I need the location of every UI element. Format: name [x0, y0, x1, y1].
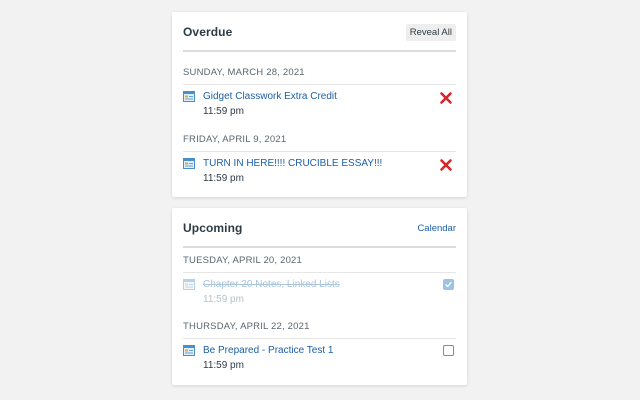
overdue-title: Overdue — [183, 25, 233, 39]
overdue-header: Overdue Reveal All — [183, 20, 456, 52]
upcoming-panel: Upcoming Calendar TUESDAY, APRIL 20, 202… — [172, 208, 467, 385]
date-heading: FRIDAY, APRIL 9, 2021 — [183, 134, 456, 152]
assignment-link[interactable]: Chapter 20 Notes, Linked Lists — [203, 279, 340, 290]
list-item: Be Prepared - Practice Test 1 11:59 pm — [183, 345, 456, 379]
complete-checkbox[interactable] — [443, 345, 454, 356]
list-item: Chapter 20 Notes, Linked Lists 11:59 pm — [183, 279, 456, 313]
assignment-icon — [183, 345, 195, 356]
reveal-all-button[interactable]: Reveal All — [405, 24, 456, 41]
assignment-icon — [183, 158, 195, 169]
assignment-icon — [183, 279, 195, 290]
due-time: 11:59 pm — [203, 360, 244, 371]
assignment-icon — [183, 91, 195, 102]
date-heading: SUNDAY, MARCH 28, 2021 — [183, 67, 456, 85]
assignment-link[interactable]: Be Prepared - Practice Test 1 — [203, 345, 333, 356]
list-item: TURN IN HERE!!!! CRUCIBLE ESSAY!!! 11:59… — [183, 158, 456, 192]
upcoming-title: Upcoming — [183, 221, 243, 235]
dismiss-x-icon[interactable] — [439, 91, 453, 105]
assignment-link[interactable]: Gidget Classwork Extra Credit — [203, 91, 337, 102]
list-item: Gidget Classwork Extra Credit 11:59 pm — [183, 91, 456, 125]
date-heading: TUESDAY, APRIL 20, 2021 — [183, 255, 456, 273]
complete-checkbox[interactable] — [443, 279, 454, 290]
overdue-panel: Overdue Reveal All SUNDAY, MARCH 28, 202… — [172, 12, 467, 197]
due-time: 11:59 pm — [203, 106, 244, 117]
due-time: 11:59 pm — [203, 173, 244, 184]
calendar-link[interactable]: Calendar — [417, 223, 456, 234]
assignment-link[interactable]: TURN IN HERE!!!! CRUCIBLE ESSAY!!! — [203, 158, 382, 169]
checkmark-icon — [445, 281, 452, 288]
due-time: 11:59 pm — [203, 294, 244, 305]
upcoming-header: Upcoming Calendar — [183, 216, 456, 248]
date-heading: THURSDAY, APRIL 22, 2021 — [183, 321, 456, 339]
dismiss-x-icon[interactable] — [439, 158, 453, 172]
